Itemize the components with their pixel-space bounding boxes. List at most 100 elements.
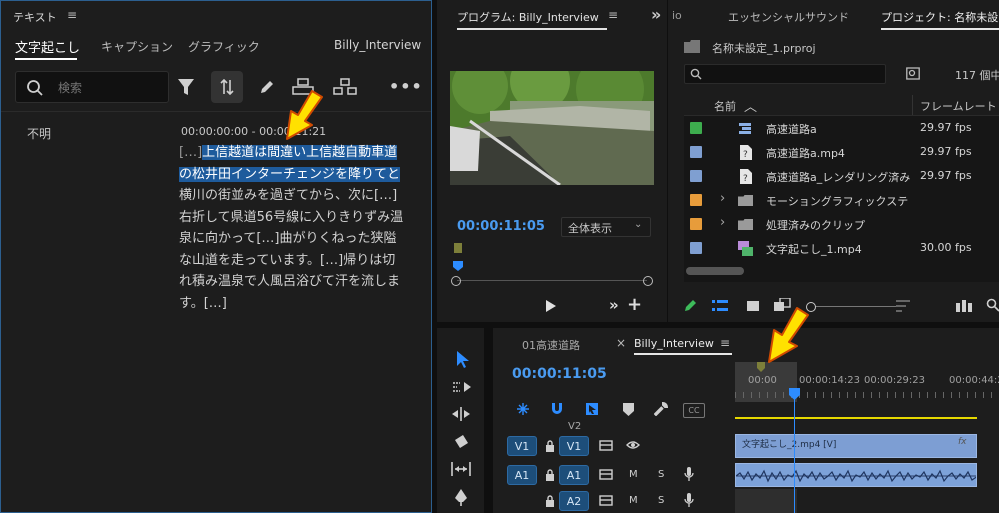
solo-button[interactable]: S (658, 469, 664, 480)
horizontal-scrollbar[interactable] (686, 267, 744, 275)
wrench-icon[interactable] (654, 402, 668, 416)
zoom-handle-right[interactable] (643, 276, 653, 286)
list-item[interactable]: › 処理済みのクリップ (684, 213, 999, 235)
mute-button[interactable]: M (629, 495, 638, 506)
zoom-slider-track[interactable] (808, 306, 904, 307)
source-patch-a1[interactable]: A1 (507, 465, 537, 485)
cut-tab[interactable]: io (672, 9, 682, 22)
track-select-tool-icon[interactable] (452, 380, 472, 394)
track-target-a1[interactable]: A1 (559, 465, 589, 485)
project-search-box[interactable] (684, 64, 886, 84)
pen-tool-icon[interactable] (453, 488, 469, 506)
tab-project[interactable]: プロジェクト: 名称未設 (881, 9, 998, 25)
linked-selection-icon[interactable] (585, 402, 599, 416)
lock-icon[interactable] (545, 469, 555, 481)
pen-icon[interactable] (684, 298, 698, 312)
tab-captions[interactable]: キャプション (101, 38, 173, 55)
add-marker-icon[interactable] (623, 403, 634, 416)
label-color-swatch[interactable] (690, 218, 702, 230)
lock-icon[interactable] (545, 440, 555, 452)
list-item[interactable]: 高速道路a 29.97 fps (684, 117, 999, 139)
lock-icon[interactable] (545, 495, 555, 507)
microphone-icon[interactable] (684, 493, 694, 508)
sync-lock-icon[interactable] (599, 440, 613, 451)
label-color-swatch[interactable] (690, 194, 702, 206)
audio-clip[interactable] (735, 463, 977, 487)
timeline-menu-icon[interactable]: ≡ (720, 336, 730, 350)
speakers-icon[interactable] (333, 77, 357, 97)
list-item[interactable]: ? 高速道路a.mp4 29.97 fps (684, 141, 999, 163)
column-frame-rate[interactable]: フレームレート (920, 98, 997, 114)
label-color-swatch[interactable] (690, 146, 702, 158)
snap-nest-icon[interactable] (516, 402, 530, 416)
time-ruler[interactable]: 00:00 00:00:14:23 00:00:29:23 00:00:44:2 (735, 362, 999, 419)
program-timecode[interactable]: 00:00:11:05 (457, 219, 545, 234)
label-color-swatch[interactable] (690, 170, 702, 182)
text-panel-title[interactable]: テキスト (13, 9, 57, 25)
fit-dropdown[interactable]: 全体表示 ⌄ (561, 217, 651, 237)
list-item[interactable]: 文字起こし_1.mp4 30.00 fps (684, 237, 999, 259)
track-target-a2[interactable]: A2 (559, 491, 589, 511)
divider (1, 111, 431, 112)
razor-tool-icon[interactable] (453, 434, 469, 450)
selection-tool-icon[interactable] (456, 350, 470, 368)
label-color-swatch[interactable] (690, 122, 702, 134)
search-input[interactable] (56, 77, 160, 99)
fx-badge[interactable]: fx (958, 437, 967, 447)
playhead-marker-icon[interactable] (452, 243, 464, 275)
tab-essential-sound[interactable]: エッセンシャルサウンド (728, 9, 849, 25)
tab-transcript[interactable]: 文字起こし (15, 37, 80, 56)
icon-view-icon[interactable] (746, 300, 760, 312)
mute-button[interactable]: M (629, 469, 638, 480)
microphone-icon[interactable] (684, 467, 694, 482)
timeline-tab-billy-interview[interactable]: Billy_Interview (634, 337, 714, 350)
find-in-bin-icon[interactable] (906, 66, 920, 80)
slip-tool-icon[interactable] (451, 462, 471, 476)
list-item[interactable]: ? 高速道路a_レンダリング済み 29.97 fps (684, 165, 999, 187)
playhead-icon[interactable] (789, 388, 800, 400)
ripple-edit-tool-icon[interactable] (451, 406, 471, 422)
playhead-line[interactable] (794, 394, 795, 513)
expand-chevron-icon[interactable]: › (720, 215, 725, 230)
sort-icons-icon[interactable] (896, 300, 910, 312)
sync-lock-icon[interactable] (599, 469, 613, 480)
video-clip[interactable]: 文字起こし_2.mp4 [V] fx (735, 434, 977, 458)
program-menu-icon[interactable]: ≡ (608, 8, 618, 22)
scrub-bar[interactable] (457, 280, 647, 281)
play-icon[interactable] (545, 299, 557, 313)
list-view-icon[interactable] (712, 300, 728, 312)
more-options-icon[interactable]: ••• (389, 77, 423, 96)
find-icon[interactable] (986, 298, 999, 312)
expand-chevron-icon[interactable]: › (720, 191, 725, 206)
more-panels-icon[interactable]: » (651, 5, 661, 24)
solo-button[interactable]: S (658, 495, 664, 506)
column-divider[interactable] (912, 95, 913, 115)
search-box[interactable] (15, 71, 169, 103)
sort-ascending-icon[interactable]: ︿ (744, 96, 757, 115)
timeline-tab-sequence-1[interactable]: 01高速道路 (522, 337, 580, 353)
column-name[interactable]: 名前 (714, 98, 736, 114)
automate-to-sequence-icon[interactable] (956, 300, 972, 312)
close-tab-icon[interactable]: × (616, 336, 626, 350)
track-target-v1[interactable]: V1 (559, 436, 589, 456)
sync-lock-icon[interactable] (599, 495, 613, 506)
more-buttons-icon[interactable]: » (609, 296, 619, 314)
source-patch-v1[interactable]: V1 (507, 436, 537, 456)
program-title[interactable]: プログラム: Billy_Interview (457, 9, 599, 25)
zoom-handle-left[interactable] (451, 276, 461, 286)
label-color-swatch[interactable] (690, 242, 702, 254)
snap-magnet-icon[interactable] (550, 402, 564, 416)
speaker-label[interactable]: 不明 (27, 125, 51, 142)
captions-icon[interactable]: CC (683, 403, 705, 418)
transcript-text[interactable]: […]上信越道は間違い上信越自動車道の松井田インターチェンジを降りてと横川の街並… (179, 142, 405, 314)
transcript-selection[interactable]: 上信越道は間違い上信越自動車道の松井田インターチェンジを降りてと (179, 145, 401, 182)
panel-menu-icon[interactable]: ≡ (67, 8, 77, 22)
pencil-icon[interactable] (259, 79, 275, 95)
eye-icon[interactable] (626, 440, 640, 450)
list-item[interactable]: › モーショングラフィックステ (684, 189, 999, 211)
timeline-timecode[interactable]: 00:00:11:05 (512, 366, 607, 382)
add-button-icon[interactable]: + (627, 294, 642, 315)
filter-icon[interactable] (177, 77, 195, 97)
tab-graphics[interactable]: グラフィック (188, 38, 260, 55)
sync-toggle-button[interactable] (211, 71, 243, 103)
